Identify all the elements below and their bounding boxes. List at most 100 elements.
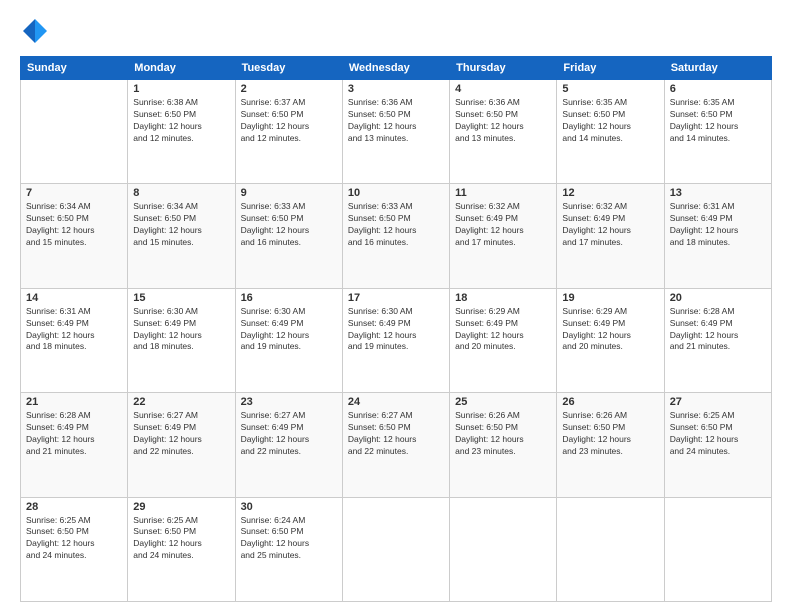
calendar-cell bbox=[21, 80, 128, 184]
day-header-friday: Friday bbox=[557, 57, 664, 80]
day-number: 15 bbox=[133, 292, 229, 304]
day-number: 11 bbox=[455, 187, 551, 199]
calendar-week-3: 14 Sunrise: 6:31 AM Sunset: 6:49 PM Dayli… bbox=[21, 288, 772, 392]
day-info: Sunrise: 6:30 AM Sunset: 6:49 PM Dayligh… bbox=[348, 306, 444, 354]
day-number: 10 bbox=[348, 187, 444, 199]
calendar-cell: 7 Sunrise: 6:34 AM Sunset: 6:50 PM Daylig… bbox=[21, 184, 128, 288]
day-info: Sunrise: 6:33 AM Sunset: 6:50 PM Dayligh… bbox=[241, 201, 337, 249]
calendar-week-4: 21Sunrise: 6:28 AM Sunset: 6:49 PM Dayli… bbox=[21, 393, 772, 497]
day-info: Sunrise: 6:29 AM Sunset: 6:49 PM Dayligh… bbox=[455, 306, 551, 354]
calendar-cell: 12 Sunrise: 6:32 AM Sunset: 6:49 PM Dayli… bbox=[557, 184, 664, 288]
day-header-sunday: Sunday bbox=[21, 57, 128, 80]
calendar-cell: 28 Sunrise: 6:25 AM Sunset: 6:50 PM Dayli… bbox=[21, 497, 128, 601]
day-info: Sunrise: 6:25 AM Sunset: 6:50 PM Dayligh… bbox=[670, 410, 766, 458]
day-number: 25 bbox=[455, 396, 551, 408]
day-number: 13 bbox=[670, 187, 766, 199]
day-info: Sunrise: 6:27 AM Sunset: 6:49 PM Dayligh… bbox=[241, 410, 337, 458]
day-info: Sunrise: 6:32 AM Sunset: 6:49 PM Dayligh… bbox=[455, 201, 551, 249]
day-info: Sunrise: 6:32 AM Sunset: 6:49 PM Dayligh… bbox=[562, 201, 658, 249]
day-number: 20 bbox=[670, 292, 766, 304]
day-info: Sunrise: 6:38 AM Sunset: 6:50 PM Dayligh… bbox=[133, 97, 229, 145]
day-info: Sunrise: 6:26 AM Sunset: 6:50 PM Dayligh… bbox=[562, 410, 658, 458]
day-number: 14 bbox=[26, 292, 122, 304]
day-number: 28 bbox=[26, 501, 122, 513]
calendar-cell: 8Sunrise: 6:34 AM Sunset: 6:50 PM Daylig… bbox=[128, 184, 235, 288]
calendar-cell: 9 Sunrise: 6:33 AM Sunset: 6:50 PM Daylig… bbox=[235, 184, 342, 288]
day-header-monday: Monday bbox=[128, 57, 235, 80]
calendar-cell: 11 Sunrise: 6:32 AM Sunset: 6:49 PM Dayli… bbox=[450, 184, 557, 288]
calendar-cell: 24 Sunrise: 6:27 AM Sunset: 6:50 PM Dayli… bbox=[342, 393, 449, 497]
day-info: Sunrise: 6:34 AM Sunset: 6:50 PM Dayligh… bbox=[26, 201, 122, 249]
day-number: 29 bbox=[133, 501, 229, 513]
day-number: 24 bbox=[348, 396, 444, 408]
calendar-week-5: 28 Sunrise: 6:25 AM Sunset: 6:50 PM Dayli… bbox=[21, 497, 772, 601]
calendar-week-2: 7 Sunrise: 6:34 AM Sunset: 6:50 PM Daylig… bbox=[21, 184, 772, 288]
calendar-header-row: SundayMondayTuesdayWednesdayThursdayFrid… bbox=[21, 57, 772, 80]
calendar-cell: 21Sunrise: 6:28 AM Sunset: 6:49 PM Dayli… bbox=[21, 393, 128, 497]
calendar-cell: 25 Sunrise: 6:26 AM Sunset: 6:50 PM Dayli… bbox=[450, 393, 557, 497]
calendar-cell: 22Sunrise: 6:27 AM Sunset: 6:49 PM Dayli… bbox=[128, 393, 235, 497]
calendar-cell: 2 Sunrise: 6:37 AM Sunset: 6:50 PM Daylig… bbox=[235, 80, 342, 184]
calendar-cell: 3 Sunrise: 6:36 AM Sunset: 6:50 PM Daylig… bbox=[342, 80, 449, 184]
day-info: Sunrise: 6:31 AM Sunset: 6:49 PM Dayligh… bbox=[26, 306, 122, 354]
calendar-cell: 15 Sunrise: 6:30 AM Sunset: 6:49 PM Dayli… bbox=[128, 288, 235, 392]
calendar-cell bbox=[664, 497, 771, 601]
calendar-cell: 16 Sunrise: 6:30 AM Sunset: 6:49 PM Dayli… bbox=[235, 288, 342, 392]
day-number: 7 bbox=[26, 187, 122, 199]
day-number: 6 bbox=[670, 83, 766, 95]
calendar-cell: 5 Sunrise: 6:35 AM Sunset: 6:50 PM Daylig… bbox=[557, 80, 664, 184]
calendar-cell: 27 Sunrise: 6:25 AM Sunset: 6:50 PM Dayli… bbox=[664, 393, 771, 497]
day-info: Sunrise: 6:30 AM Sunset: 6:49 PM Dayligh… bbox=[241, 306, 337, 354]
day-info: Sunrise: 6:26 AM Sunset: 6:50 PM Dayligh… bbox=[455, 410, 551, 458]
calendar-cell bbox=[342, 497, 449, 601]
calendar-cell: 30 Sunrise: 6:24 AM Sunset: 6:50 PM Dayli… bbox=[235, 497, 342, 601]
day-number: 30 bbox=[241, 501, 337, 513]
calendar-cell: 29 Sunrise: 6:25 AM Sunset: 6:50 PM Dayli… bbox=[128, 497, 235, 601]
day-number: 2 bbox=[241, 83, 337, 95]
calendar-cell: 23 Sunrise: 6:27 AM Sunset: 6:49 PM Dayli… bbox=[235, 393, 342, 497]
calendar-cell: 17 Sunrise: 6:30 AM Sunset: 6:49 PM Dayli… bbox=[342, 288, 449, 392]
day-info: Sunrise: 6:24 AM Sunset: 6:50 PM Dayligh… bbox=[241, 515, 337, 563]
calendar-table: SundayMondayTuesdayWednesdayThursdayFrid… bbox=[20, 56, 772, 602]
day-number: 17 bbox=[348, 292, 444, 304]
day-number: 3 bbox=[348, 83, 444, 95]
day-number: 9 bbox=[241, 187, 337, 199]
logo bbox=[20, 16, 54, 46]
day-info: Sunrise: 6:29 AM Sunset: 6:49 PM Dayligh… bbox=[562, 306, 658, 354]
day-number: 5 bbox=[562, 83, 658, 95]
day-header-saturday: Saturday bbox=[664, 57, 771, 80]
day-number: 27 bbox=[670, 396, 766, 408]
day-number: 23 bbox=[241, 396, 337, 408]
calendar-cell: 13 Sunrise: 6:31 AM Sunset: 6:49 PM Dayli… bbox=[664, 184, 771, 288]
day-info: Sunrise: 6:37 AM Sunset: 6:50 PM Dayligh… bbox=[241, 97, 337, 145]
calendar-cell: 26Sunrise: 6:26 AM Sunset: 6:50 PM Dayli… bbox=[557, 393, 664, 497]
logo-icon bbox=[20, 16, 50, 46]
calendar-cell: 1 Sunrise: 6:38 AM Sunset: 6:50 PM Daylig… bbox=[128, 80, 235, 184]
day-info: Sunrise: 6:36 AM Sunset: 6:50 PM Dayligh… bbox=[348, 97, 444, 145]
day-number: 1 bbox=[133, 83, 229, 95]
calendar-cell bbox=[557, 497, 664, 601]
day-info: Sunrise: 6:31 AM Sunset: 6:49 PM Dayligh… bbox=[670, 201, 766, 249]
day-number: 19 bbox=[562, 292, 658, 304]
day-info: Sunrise: 6:34 AM Sunset: 6:50 PM Dayligh… bbox=[133, 201, 229, 249]
day-header-thursday: Thursday bbox=[450, 57, 557, 80]
day-info: Sunrise: 6:25 AM Sunset: 6:50 PM Dayligh… bbox=[26, 515, 122, 563]
day-number: 12 bbox=[562, 187, 658, 199]
day-number: 16 bbox=[241, 292, 337, 304]
calendar-week-1: 1 Sunrise: 6:38 AM Sunset: 6:50 PM Daylig… bbox=[21, 80, 772, 184]
day-info: Sunrise: 6:35 AM Sunset: 6:50 PM Dayligh… bbox=[562, 97, 658, 145]
calendar-cell: 6Sunrise: 6:35 AM Sunset: 6:50 PM Daylig… bbox=[664, 80, 771, 184]
day-info: Sunrise: 6:25 AM Sunset: 6:50 PM Dayligh… bbox=[133, 515, 229, 563]
calendar-cell: 18Sunrise: 6:29 AM Sunset: 6:49 PM Dayli… bbox=[450, 288, 557, 392]
calendar-cell: 14 Sunrise: 6:31 AM Sunset: 6:49 PM Dayli… bbox=[21, 288, 128, 392]
day-info: Sunrise: 6:28 AM Sunset: 6:49 PM Dayligh… bbox=[26, 410, 122, 458]
day-info: Sunrise: 6:27 AM Sunset: 6:50 PM Dayligh… bbox=[348, 410, 444, 458]
calendar-cell: 4Sunrise: 6:36 AM Sunset: 6:50 PM Daylig… bbox=[450, 80, 557, 184]
calendar-cell: 10 Sunrise: 6:33 AM Sunset: 6:50 PM Dayli… bbox=[342, 184, 449, 288]
calendar-cell bbox=[450, 497, 557, 601]
day-number: 22 bbox=[133, 396, 229, 408]
day-header-tuesday: Tuesday bbox=[235, 57, 342, 80]
calendar-cell: 19 Sunrise: 6:29 AM Sunset: 6:49 PM Dayli… bbox=[557, 288, 664, 392]
day-info: Sunrise: 6:30 AM Sunset: 6:49 PM Dayligh… bbox=[133, 306, 229, 354]
day-info: Sunrise: 6:33 AM Sunset: 6:50 PM Dayligh… bbox=[348, 201, 444, 249]
